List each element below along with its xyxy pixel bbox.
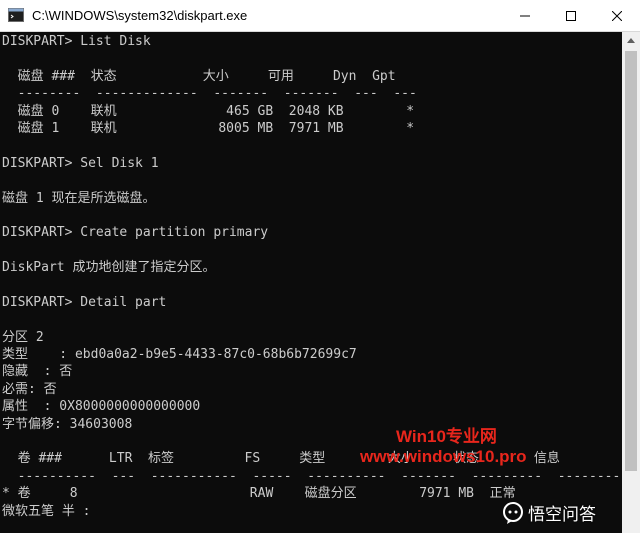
console-lines: DISKPART> List Disk 磁盘 ### 状态 大小 可用 Dyn …: [2, 33, 620, 520]
console-line: 必需: 否: [2, 381, 57, 397]
console-line: ---------- --- ----------- ----- -------…: [2, 468, 621, 484]
maximize-icon: [566, 10, 576, 21]
window-title: C:\WINDOWS\system32\diskpart.exe: [32, 8, 248, 23]
minimize-button[interactable]: [502, 0, 548, 31]
console-line: -------- ------------- ------- ------- -…: [2, 86, 417, 102]
watermark-site-url: www.windows10.pro: [360, 447, 527, 466]
console-line: DiskPart 成功地创建了指定分区。: [2, 260, 216, 276]
console-line: 类型 : ebd0a0a2-b9e5-4433-87c0-68b6b72699c…: [2, 347, 357, 363]
console-line: 属性 : 0X8000000000000000: [2, 399, 201, 415]
speech-bubble-icon: [503, 501, 523, 524]
scroll-thumb[interactable]: [625, 51, 637, 471]
console-line: DISKPART> List Disk: [2, 34, 151, 49]
console-line: DISKPART> Sel Disk 1: [2, 155, 159, 171]
watermark-brand: 悟空问答: [502, 500, 596, 525]
console-line: 磁盘 0 联机 465 GB 2048 KB *: [2, 103, 415, 119]
console-output[interactable]: DISKPART> List Disk 磁盘 ### 状态 大小 可用 Dyn …: [0, 32, 622, 533]
console-line: 分区 2: [2, 329, 44, 345]
scroll-up-button[interactable]: [622, 32, 640, 49]
console-line: 隐藏 : 否: [2, 364, 73, 380]
console-line: 磁盘 1 现在是所选磁盘。: [2, 190, 156, 206]
vertical-scrollbar[interactable]: [622, 32, 640, 533]
console-line: DISKPART> Create partition primary: [2, 225, 269, 241]
watermark-site-name: Win10专业网: [396, 427, 497, 446]
console-app-icon: [8, 7, 24, 23]
console-line: 字节偏移: 34603008: [2, 416, 133, 432]
console-line: 磁盘 1 联机 8005 MB 7971 MB *: [2, 120, 415, 136]
minimize-icon: [520, 15, 530, 16]
console-line: 磁盘 ### 状态 大小 可用 Dyn Gpt: [2, 68, 396, 84]
close-button[interactable]: [594, 0, 640, 31]
maximize-button[interactable]: [548, 0, 594, 31]
console-window: C:\WINDOWS\system32\diskpart.exe DISKPAR…: [0, 0, 640, 533]
console-line: 卷 ### LTR 标签 FS 类型 大小 状态 信息: [2, 451, 560, 467]
chevron-up-icon: [627, 38, 635, 43]
watermark-brand-text: 悟空问答: [528, 505, 596, 525]
title-bar[interactable]: C:\WINDOWS\system32\diskpart.exe: [0, 0, 640, 32]
close-icon: [612, 10, 622, 21]
console-line: DISKPART> Detail part: [2, 294, 167, 310]
